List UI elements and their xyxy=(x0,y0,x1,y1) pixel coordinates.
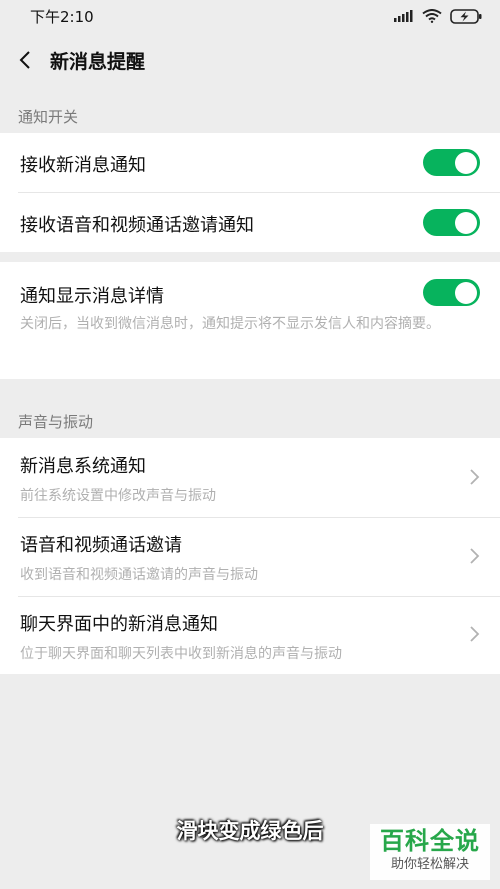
status-bar: 下午2:10 xyxy=(0,0,500,32)
setting-title: 语音和视频通话邀请 xyxy=(20,535,182,556)
sound-group: 新消息系统通知 前往系统设置中修改声音与振动 语音和视频通话邀请 收到语音和视频… xyxy=(0,438,500,674)
notify-group: 接收新消息通知 接收语音和视频通话邀请通知 xyxy=(0,133,500,252)
setting-row-call-invite[interactable]: 接收语音和视频通话邀请通知 xyxy=(0,192,500,252)
detail-group: 通知显示消息详情 关闭后，当收到微信消息时，通知提示将不显示发信人和内容摘要。 xyxy=(0,262,500,379)
chevron-right-icon xyxy=(470,469,480,485)
status-icons xyxy=(394,8,482,24)
setting-row-chat-notify[interactable]: 聊天界面中的新消息通知 位于聊天界面和聊天列表中收到新消息的声音与振动 xyxy=(0,596,500,674)
setting-row-system-notify[interactable]: 新消息系统通知 前往系统设置中修改声音与振动 xyxy=(0,438,500,517)
watermark-subtitle: 助你轻松解决 xyxy=(390,857,469,872)
setting-description: 位于聊天界面和聊天列表中收到新消息的声音与振动 xyxy=(20,646,342,662)
chevron-left-icon xyxy=(19,51,30,69)
watermark-title: 百科全说 xyxy=(380,827,480,855)
toggle-knob xyxy=(455,281,477,304)
toggle-knob xyxy=(455,151,477,174)
toggle-switch[interactable] xyxy=(423,149,480,176)
watermark-logo: 百科全说 助你轻松解决 xyxy=(370,824,490,880)
setting-title: 聊天界面中的新消息通知 xyxy=(20,614,218,635)
setting-description: 关闭后，当收到微信消息时，通知提示将不显示发信人和内容摘要。 xyxy=(20,316,440,332)
status-time: 下午2:10 xyxy=(30,7,94,26)
setting-row-message-detail[interactable]: 通知显示消息详情 关闭后，当收到微信消息时，通知提示将不显示发信人和内容摘要。 xyxy=(0,262,500,379)
setting-row-new-message[interactable]: 接收新消息通知 xyxy=(0,133,500,192)
toggle-switch[interactable] xyxy=(423,279,480,306)
chevron-right-icon xyxy=(470,626,480,642)
nav-bar: 新消息提醒 xyxy=(0,36,500,84)
setting-title: 接收语音和视频通话邀请通知 xyxy=(20,215,254,236)
setting-description: 收到语音和视频通话邀请的声音与振动 xyxy=(20,567,258,583)
toggle-switch[interactable] xyxy=(423,209,480,236)
setting-title: 接收新消息通知 xyxy=(20,155,146,176)
page-title: 新消息提醒 xyxy=(50,50,146,73)
battery-charging-icon xyxy=(450,8,482,24)
setting-row-call-sound[interactable]: 语音和视频通话邀请 收到语音和视频通话邀请的声音与振动 xyxy=(0,517,500,596)
setting-description: 前往系统设置中修改声音与振动 xyxy=(20,488,216,504)
setting-title: 通知显示消息详情 xyxy=(20,286,164,307)
section-label-sound: 声音与振动 xyxy=(18,413,94,431)
back-button[interactable] xyxy=(0,36,50,84)
section-label-notify: 通知开关 xyxy=(18,108,79,126)
wifi-icon xyxy=(422,9,442,23)
setting-title: 新消息系统通知 xyxy=(20,456,146,477)
toggle-knob xyxy=(455,211,477,234)
signal-icon xyxy=(394,10,413,22)
chevron-right-icon xyxy=(470,548,480,564)
